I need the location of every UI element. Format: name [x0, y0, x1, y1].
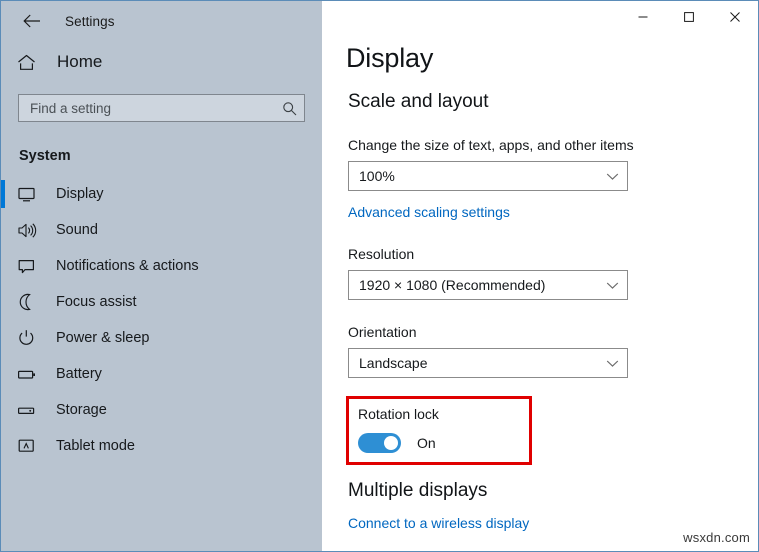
- scale-dropdown-value: 100%: [359, 168, 606, 184]
- minimize-icon: [637, 11, 649, 23]
- speaker-icon: [17, 222, 43, 239]
- orientation-label: Orientation: [348, 324, 758, 340]
- minimize-button[interactable]: [620, 1, 666, 32]
- sidebar-item-notifications[interactable]: Notifications & actions: [1, 248, 322, 284]
- sidebar-home-label: Home: [57, 52, 102, 72]
- moon-icon: [17, 293, 43, 311]
- resolution-dropdown-value: 1920 × 1080 (Recommended): [359, 277, 606, 293]
- notification-icon: [17, 258, 43, 275]
- back-button[interactable]: [15, 6, 49, 36]
- rotation-lock-highlight: Rotation lock On: [346, 396, 532, 465]
- sidebar-item-label: Display: [56, 186, 104, 202]
- sidebar-item-sound[interactable]: Sound: [1, 212, 322, 248]
- watermark: wsxdn.com: [683, 530, 750, 545]
- rotation-lock-row: On: [358, 433, 529, 453]
- maximize-icon: [683, 11, 695, 23]
- resolution-dropdown[interactable]: 1920 × 1080 (Recommended): [348, 270, 628, 300]
- window-controls: [322, 1, 758, 33]
- sidebar-item-label: Power & sleep: [56, 330, 150, 346]
- search-box[interactable]: [18, 94, 305, 122]
- close-button[interactable]: [712, 1, 758, 32]
- sidebar: Settings Home System: [1, 1, 322, 551]
- sidebar-item-battery[interactable]: Battery: [1, 356, 322, 392]
- close-icon: [729, 11, 741, 23]
- multiple-displays-heading: Multiple displays: [348, 480, 758, 502]
- back-arrow-icon: [23, 14, 41, 28]
- power-icon: [17, 329, 43, 347]
- chevron-down-icon: [606, 172, 619, 181]
- search-input[interactable]: [30, 101, 282, 116]
- sidebar-item-power-sleep[interactable]: Power & sleep: [1, 320, 322, 356]
- window-title: Settings: [65, 14, 115, 29]
- scale-label: Change the size of text, apps, and other…: [348, 137, 758, 153]
- battery-icon: [17, 366, 43, 383]
- connect-wireless-display-link[interactable]: Connect to a wireless display: [348, 515, 529, 531]
- orientation-dropdown[interactable]: Landscape: [348, 348, 628, 378]
- chevron-down-icon: [606, 281, 619, 290]
- monitor-icon: [17, 186, 43, 203]
- rotation-lock-state: On: [417, 435, 436, 451]
- main-pane: Display Scale and layout Change the size…: [322, 1, 758, 551]
- sidebar-item-label: Sound: [56, 222, 98, 238]
- sidebar-item-tablet-mode[interactable]: Tablet mode: [1, 428, 322, 464]
- tablet-icon: [17, 438, 43, 455]
- toggle-knob: [384, 436, 398, 450]
- chevron-down-icon: [606, 359, 619, 368]
- sidebar-item-label: Storage: [56, 402, 107, 418]
- maximize-button[interactable]: [666, 1, 712, 32]
- settings-window: Settings Home System: [0, 0, 759, 552]
- resolution-label: Resolution: [348, 246, 758, 262]
- rotation-lock-label: Rotation lock: [358, 406, 529, 422]
- sidebar-item-label: Notifications & actions: [56, 258, 199, 274]
- search-icon[interactable]: [282, 101, 297, 116]
- sidebar-item-storage[interactable]: Storage: [1, 392, 322, 428]
- selection-indicator: [1, 180, 5, 208]
- sidebar-item-label: Focus assist: [56, 294, 137, 310]
- home-icon: [17, 54, 43, 71]
- sidebar-item-label: Tablet mode: [56, 438, 135, 454]
- page-title: Display: [346, 43, 758, 74]
- sidebar-item-focus-assist[interactable]: Focus assist: [1, 284, 322, 320]
- sidebar-titlebar: Settings: [1, 1, 322, 41]
- sidebar-section-label: System: [1, 122, 322, 164]
- display-settings-content: Display Scale and layout Change the size…: [322, 33, 758, 533]
- rotation-lock-toggle[interactable]: [358, 433, 401, 453]
- advanced-scaling-settings-link[interactable]: Advanced scaling settings: [348, 204, 510, 220]
- storage-icon: [17, 402, 43, 419]
- orientation-dropdown-value: Landscape: [359, 355, 606, 371]
- scale-dropdown[interactable]: 100%: [348, 161, 628, 191]
- sidebar-item-home[interactable]: Home: [1, 41, 322, 83]
- scale-and-layout-heading: Scale and layout: [348, 91, 758, 113]
- sidebar-nav-list: Display Sound: [1, 176, 322, 464]
- sidebar-item-label: Battery: [56, 366, 102, 382]
- sidebar-item-display[interactable]: Display: [1, 176, 322, 212]
